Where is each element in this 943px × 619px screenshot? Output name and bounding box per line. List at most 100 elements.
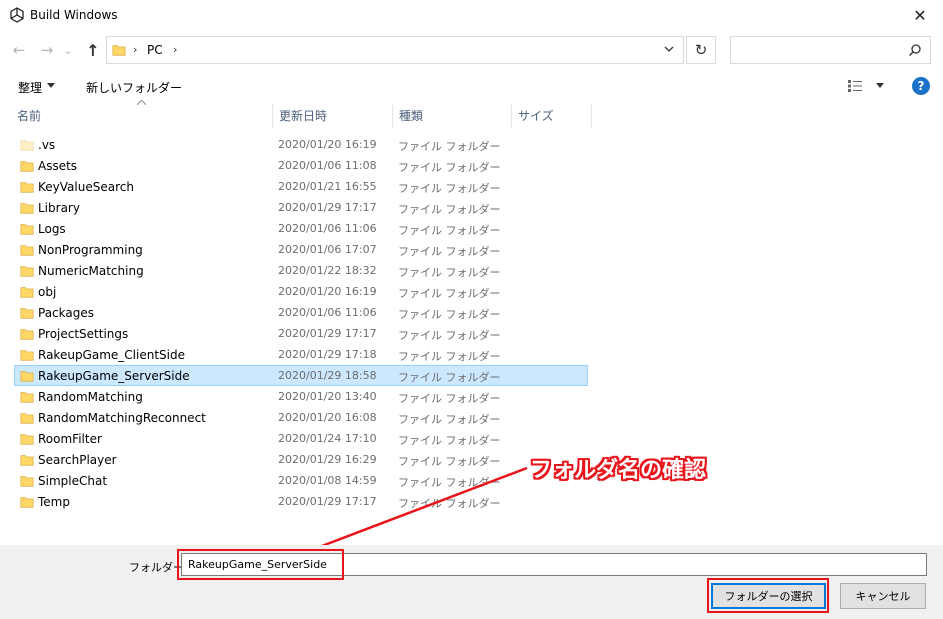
folder-icon (20, 245, 34, 256)
help-button[interactable]: ? (912, 77, 930, 95)
file-type: ファイル フォルダー (398, 413, 501, 426)
file-name: .vs (38, 138, 56, 152)
file-row[interactable]: .vs 2020/01/20 16:19 ファイル フォルダー (14, 134, 588, 155)
file-type: ファイル フォルダー (398, 287, 501, 300)
organize-button[interactable]: 整理 (18, 79, 42, 96)
folder-icon (20, 476, 34, 487)
file-row[interactable]: RakeupGame_ClientSide 2020/01/29 17:18 ファイ… (14, 344, 588, 365)
file-type: ファイル フォルダー (398, 224, 501, 237)
refresh-button[interactable]: ↻ (686, 36, 716, 64)
file-modified: 2020/01/29 16:29 (278, 453, 377, 466)
file-type: ファイル フォルダー (398, 455, 501, 468)
annotation-highlight-input (177, 549, 344, 580)
address-bar[interactable]: › PC › (106, 36, 684, 64)
file-row[interactable]: RoomFilter 2020/01/24 17:10 ファイル フォルダー (14, 428, 588, 449)
column-header-size[interactable]: サイズ (512, 104, 592, 128)
file-type: ファイル フォルダー (398, 140, 501, 153)
folder-icon (20, 266, 34, 277)
file-name: RandomMatching (38, 390, 143, 404)
folder-icon (20, 224, 34, 235)
folder-icon (20, 308, 34, 319)
column-header-label: 名前 (17, 109, 42, 123)
column-header-type[interactable]: 種類 (393, 104, 512, 128)
column-header-name[interactable]: 名前 (11, 104, 273, 128)
file-name: Temp (38, 495, 70, 509)
file-name: ProjectSettings (38, 327, 129, 341)
command-bar: 整理 新しいフォルダー ? (0, 74, 943, 100)
back-button[interactable]: ← (10, 40, 28, 60)
file-row[interactable]: NumericMatching 2020/01/22 18:32 ファイル フォルダ… (14, 260, 588, 281)
folder-icon (20, 287, 34, 298)
file-type: ファイル フォルダー (398, 476, 501, 489)
folder-icon (112, 45, 126, 56)
folder-icon (20, 203, 34, 214)
file-name: Library (38, 201, 80, 215)
annotation-label: フォルダ名の確認 (530, 458, 707, 483)
title-bar: Build Windows ✕ (0, 0, 943, 30)
cancel-label: キャンセル (855, 590, 911, 603)
file-row[interactable]: Library 2020/01/29 17:17 ファイル フォルダー (14, 197, 588, 218)
breadcrumb-separator[interactable]: › (173, 43, 177, 56)
column-header-label: 種類 (399, 109, 424, 123)
file-row[interactable]: KeyValueSearch 2020/01/21 16:55 ファイル フォルダー (14, 176, 588, 197)
folder-icon (20, 392, 34, 403)
file-modified: 2020/01/20 16:08 (278, 411, 377, 424)
file-name: SearchPlayer (38, 453, 117, 467)
column-header-label: サイズ (518, 109, 554, 123)
file-row[interactable]: SearchPlayer 2020/01/29 16:29 ファイル フォルダー (14, 449, 588, 470)
search-icon (908, 44, 921, 57)
file-name: RoomFilter (38, 432, 102, 446)
file-row[interactable]: NonProgramming 2020/01/06 17:07 ファイル フォルダー (14, 239, 588, 260)
new-folder-button[interactable]: 新しいフォルダー (86, 79, 182, 96)
folder-icon (20, 413, 34, 424)
file-row[interactable]: Logs 2020/01/06 11:06 ファイル フォルダー (14, 218, 588, 239)
folder-icon (20, 371, 34, 382)
column-header-label: 更新日時 (279, 109, 328, 123)
file-row[interactable]: RandomMatchingReconnect 2020/01/20 16:08 フ… (14, 407, 588, 428)
file-row[interactable]: Temp 2020/01/29 17:17 ファイル フォルダー (14, 491, 588, 512)
file-modified: 2020/01/08 14:59 (278, 474, 377, 487)
file-row[interactable]: RakeupGame_ServerSide 2020/01/29 18:58 ファイ… (14, 365, 588, 386)
up-button[interactable]: ↑ (84, 40, 102, 60)
file-name: NumericMatching (38, 264, 144, 278)
forward-button[interactable]: → (38, 40, 56, 60)
folder-icon (20, 434, 34, 445)
file-name: Packages (38, 306, 94, 320)
file-row[interactable]: Assets 2020/01/06 11:08 ファイル フォルダー (14, 155, 588, 176)
folder-icon (20, 497, 34, 508)
file-type: ファイル フォルダー (398, 350, 501, 363)
folder-icon (20, 140, 34, 151)
breadcrumb-separator: › (133, 43, 138, 56)
chevron-down-icon[interactable] (663, 43, 675, 55)
file-row[interactable]: obj 2020/01/20 16:19 ファイル フォルダー (14, 281, 588, 302)
folder-icon (20, 329, 34, 340)
close-button[interactable]: ✕ (897, 0, 943, 30)
file-name: SimpleChat (38, 474, 108, 488)
file-list: .vs 2020/01/20 16:19 ファイル フォルダー Assets 2020/… (14, 134, 594, 512)
column-header-modified[interactable]: 更新日時 (273, 104, 393, 128)
navigation-bar: ← → ⌄ ↑ › PC › ↻ (0, 34, 943, 66)
file-modified: 2020/01/22 18:32 (278, 264, 377, 277)
file-modified: 2020/01/29 17:18 (278, 348, 377, 361)
caret-down-icon[interactable] (876, 83, 884, 88)
file-modified: 2020/01/29 17:17 (278, 495, 377, 508)
file-modified: 2020/01/21 16:55 (278, 180, 377, 193)
view-options-icon[interactable] (848, 80, 866, 92)
file-row[interactable]: Packages 2020/01/06 11:06 ファイル フォルダー (14, 302, 588, 323)
file-row[interactable]: ProjectSettings 2020/01/29 17:17 ファイル フォルダ… (14, 323, 588, 344)
file-name: NonProgramming (38, 243, 143, 257)
breadcrumb-pc[interactable]: PC (147, 43, 163, 57)
cancel-button[interactable]: キャンセル (840, 583, 926, 609)
unity-icon (10, 7, 24, 23)
file-modified: 2020/01/20 16:19 (278, 138, 377, 151)
file-type: ファイル フォルダー (398, 434, 501, 447)
recent-locations-button[interactable]: ⌄ (62, 40, 74, 60)
file-modified: 2020/01/24 17:10 (278, 432, 377, 445)
search-input[interactable] (730, 36, 931, 64)
file-name: Logs (38, 222, 66, 236)
file-row[interactable]: SimpleChat 2020/01/08 14:59 ファイル フォルダー (14, 470, 588, 491)
chevron-down-icon: ⌄ (63, 43, 73, 57)
caret-down-icon[interactable] (47, 83, 55, 88)
file-type: ファイル フォルダー (398, 161, 501, 174)
file-row[interactable]: RandomMatching 2020/01/20 13:40 ファイル フォルダー (14, 386, 588, 407)
